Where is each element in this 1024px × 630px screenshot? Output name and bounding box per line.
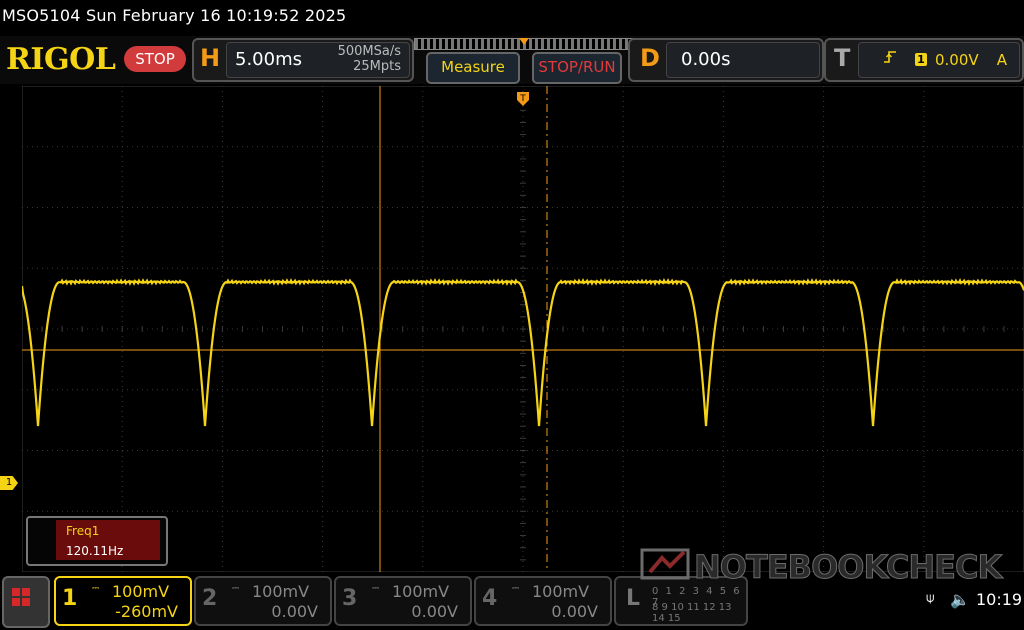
dc-coupling-icon: ⎓ [372,584,379,594]
delay-box[interactable]: 0.00s [666,42,820,78]
grid-menu-icon[interactable] [2,576,50,628]
channel-number: 4 [482,586,498,611]
channel-scale: 100mV [392,582,450,601]
measurement-value: 120.11Hz [66,544,124,558]
channel-2-panel[interactable]: 2 ⎓ 100mV 0.00V [194,576,332,626]
waveform-display[interactable]: T [22,86,1024,572]
run-state-badge[interactable]: STOP [124,46,186,72]
trigger-source-badge: 1 [915,53,927,66]
window-title: MSO5104 Sun February 16 10:19:52 2025 [2,6,347,25]
watermark-text: NOTEBOOKCHECK [693,548,1002,587]
trigger-mode: A [996,51,1007,69]
title-bar: MSO5104 Sun February 16 10:19:52 2025 [0,0,1024,34]
channel-number: 2 [202,586,218,611]
timebase-value: 5.00ms [235,49,302,70]
logic-bits-row2: 8 9 10 11 12 13 14 15 [652,602,732,624]
timebase-box[interactable]: 5.00ms 500MSa/s 25Mpts [226,42,410,78]
horizontal-letter: H [200,44,221,72]
channel-offset: -260mV [115,602,178,621]
delay-panel[interactable]: D 0.00s [628,38,824,82]
channel-1-panel[interactable]: 1 ⎓ 100mV -260mV [54,576,192,626]
measure-button[interactable]: Measure [426,52,520,84]
channel-3-panel[interactable]: 3 ⎓ 100mV 0.00V [334,576,472,626]
rigol-logo: RIGOL [6,42,116,77]
delay-letter: D [640,44,660,72]
trigger-letter: T [834,44,851,72]
channel-number: 1 [62,586,78,611]
usb-icon: ⍦ [926,590,935,606]
channel-number: 3 [342,586,358,611]
channel-scale: 100mV [252,582,310,601]
clock: 10:19 [976,590,1023,609]
notebookcheck-logo-icon [640,548,690,580]
trigger-position-marker-icon [519,38,529,45]
stop-run-button[interactable]: STOP/RUN [532,52,622,84]
rising-edge-icon [883,49,897,68]
channel-scale: 100mV [532,582,590,601]
ch1-level-marker[interactable]: 1 [0,476,18,490]
channel-offset: 0.00V [551,602,598,621]
trigger-box[interactable]: 1 0.00V A [858,42,1020,78]
measurement-readout[interactable]: Freq1 120.11Hz [26,516,168,566]
speaker-icon[interactable]: 🔈 [950,590,970,609]
logic-letter: L [626,586,641,611]
trigger-panel[interactable]: T 1 0.00V A [824,38,1024,82]
delay-value: 0.00s [681,49,731,70]
trigger-level: 0.00V [935,51,979,69]
channel-offset: 0.00V [271,602,318,621]
channel-4-panel[interactable]: 4 ⎓ 100mV 0.00V [474,576,612,626]
channel-offset: 0.00V [411,602,458,621]
trigger-t-label: T [519,94,526,104]
dc-coupling-icon: ⎓ [232,584,239,594]
sample-rate: 500MSa/s [337,44,401,59]
dc-coupling-icon: ⎓ [92,584,99,594]
dc-coupling-icon: ⎓ [512,584,519,594]
measurement-name: Freq1 [66,524,100,538]
notebookcheck-watermark: NOTEBOOKCHECK [640,544,1020,588]
horizontal-panel[interactable]: H 5.00ms 500MSa/s 25Mpts [192,38,414,82]
channel-scale: 100mV [112,582,170,601]
memory-depth: 25Mpts [353,59,401,74]
